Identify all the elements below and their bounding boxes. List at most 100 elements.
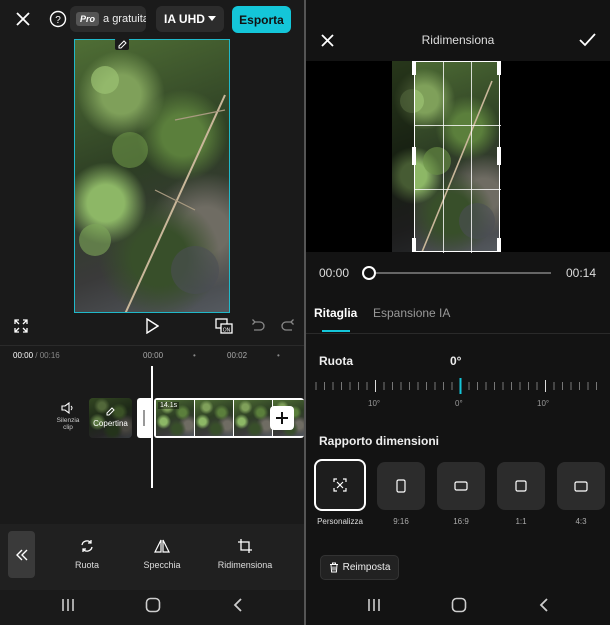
- close-icon[interactable]: [13, 9, 33, 29]
- crop-icon: [238, 539, 252, 553]
- preview-toggle-icon[interactable]: ON: [214, 316, 234, 336]
- svg-text:ON: ON: [223, 328, 231, 334]
- fullscreen-icon[interactable]: [13, 318, 29, 334]
- quality-label: IA UHD: [164, 12, 205, 26]
- speaker-icon: [61, 402, 73, 414]
- crop-handle[interactable]: [497, 61, 501, 75]
- help-icon[interactable]: ?: [48, 9, 68, 29]
- custom-crop-icon: [333, 478, 347, 492]
- ruler-label-right: 10°: [537, 399, 550, 408]
- ratio-option-9-16[interactable]: [377, 462, 425, 510]
- rotate-tool-button[interactable]: Ruota: [52, 538, 122, 570]
- ratio-label-4-3: 4:3: [575, 517, 587, 526]
- landscape-ratio-icon: [574, 480, 588, 492]
- crop-mask: [392, 61, 414, 252]
- rotation-ruler: [315, 378, 597, 394]
- mirror-tool-button[interactable]: Specchia: [127, 538, 197, 570]
- clip-thumbnail: [195, 400, 233, 436]
- resize-tool-button[interactable]: Ridimensiona: [210, 538, 280, 570]
- quality-dropdown[interactable]: IA UHD: [156, 6, 224, 32]
- pro-trial-button[interactable]: Pro a gratuita: [70, 6, 146, 32]
- tab-crop[interactable]: Ritaglia: [314, 306, 357, 320]
- back-icon[interactable]: [233, 598, 243, 612]
- mirror-icon: [154, 539, 170, 553]
- reset-button[interactable]: Reimposta: [320, 555, 399, 580]
- ruler-dot: •: [193, 351, 196, 360]
- landscape-ratio-icon: [454, 481, 468, 491]
- tab-ai-expansion[interactable]: Espansione IA: [373, 306, 450, 320]
- crop-handle[interactable]: [497, 147, 501, 165]
- resize-screen: Ridimensiona 00:00 00:14 Ritaglia Espans…: [306, 0, 610, 625]
- export-button[interactable]: Esporta: [232, 6, 291, 33]
- mirror-tool-label: Specchia: [143, 560, 181, 570]
- ratio-option-16-9[interactable]: [437, 462, 485, 510]
- ratio-option-4-3[interactable]: [557, 462, 605, 510]
- chevron-down-icon: [207, 16, 216, 21]
- ratio-option-1-1[interactable]: [497, 462, 545, 510]
- time-start: 00:00: [319, 266, 350, 280]
- ratio-label-9-16: 9:16: [393, 517, 409, 526]
- collapse-button[interactable]: [8, 531, 35, 578]
- page-title: Ridimensiona: [421, 33, 495, 47]
- timecode-current: 00:00: [13, 351, 34, 360]
- ruler-label-left: 10°: [368, 399, 381, 408]
- timeline-divider: [0, 345, 304, 346]
- clip-trim-handle[interactable]: [137, 398, 151, 438]
- rotate-icon: [81, 540, 93, 552]
- crop-preview: [306, 61, 610, 253]
- tab-divider: [306, 333, 610, 334]
- timecode: 00:00 / 00:16: [13, 351, 60, 360]
- pro-badge: Pro: [76, 12, 100, 26]
- home-icon[interactable]: [451, 597, 467, 613]
- time-end: 00:14: [566, 266, 597, 280]
- rotate-tool-label: Ruota: [74, 560, 100, 570]
- add-clip-button[interactable]: [270, 406, 294, 430]
- playhead[interactable]: [151, 366, 153, 488]
- edit-icon[interactable]: [115, 38, 129, 50]
- ratio-option-custom[interactable]: [314, 459, 366, 511]
- video-frame-image: [79, 66, 226, 312]
- clip-duration: 14.1s: [158, 402, 180, 409]
- redo-icon[interactable]: [280, 318, 296, 334]
- recent-apps-icon[interactable]: [367, 598, 381, 612]
- crop-handle[interactable]: [412, 238, 416, 252]
- cover-label: Copertina: [93, 419, 128, 428]
- square-ratio-icon: [515, 480, 527, 492]
- ratio-label-1-1: 1:1: [515, 517, 527, 526]
- active-tab-indicator: [322, 330, 350, 332]
- mute-clip-label: Silenzia clip: [56, 417, 80, 431]
- pro-trial-label: a gratuita: [103, 13, 146, 25]
- ratio-title: Rapporto dimensioni: [319, 434, 439, 448]
- recent-apps-icon[interactable]: [61, 598, 75, 612]
- home-icon[interactable]: [145, 597, 161, 613]
- ruler-label-center: 0°: [455, 399, 463, 408]
- svg-text:?: ?: [55, 15, 61, 26]
- edit-icon: [106, 407, 115, 416]
- scrubber-knob[interactable]: [362, 266, 376, 280]
- editor-screen: ? Pro a gratuita IA UHD Esporta ON 00:00…: [0, 0, 304, 625]
- trash-icon: [329, 562, 338, 573]
- crop-handle[interactable]: [412, 147, 416, 165]
- reset-label: Reimposta: [342, 562, 391, 573]
- confirm-check-icon[interactable]: [578, 31, 596, 49]
- ruler-dot: •: [277, 351, 280, 360]
- mute-clip-button[interactable]: Silenzia clip: [52, 402, 84, 431]
- play-icon[interactable]: [143, 317, 161, 335]
- chevrons-left-icon: [15, 549, 27, 560]
- rotate-value: 0°: [450, 354, 462, 368]
- undo-icon[interactable]: [250, 318, 266, 334]
- resize-tool-label: Ridimensiona: [217, 560, 273, 570]
- crop-handle[interactable]: [497, 238, 501, 252]
- ratio-label-16-9: 16:9: [453, 517, 469, 526]
- crop-handle[interactable]: [412, 61, 416, 75]
- rotation-dial[interactable]: [314, 378, 604, 394]
- cover-button[interactable]: Copertina: [89, 398, 132, 438]
- rotate-label: Ruota: [319, 354, 353, 368]
- video-preview[interactable]: [74, 39, 230, 313]
- crop-frame[interactable]: [414, 61, 501, 253]
- clip-thumbnail: [234, 400, 272, 436]
- ruler-mark-1: 00:02: [227, 351, 248, 360]
- ratio-label-custom: Personalizza: [317, 517, 363, 526]
- scrubber-track[interactable]: [368, 272, 551, 274]
- back-icon[interactable]: [539, 598, 549, 612]
